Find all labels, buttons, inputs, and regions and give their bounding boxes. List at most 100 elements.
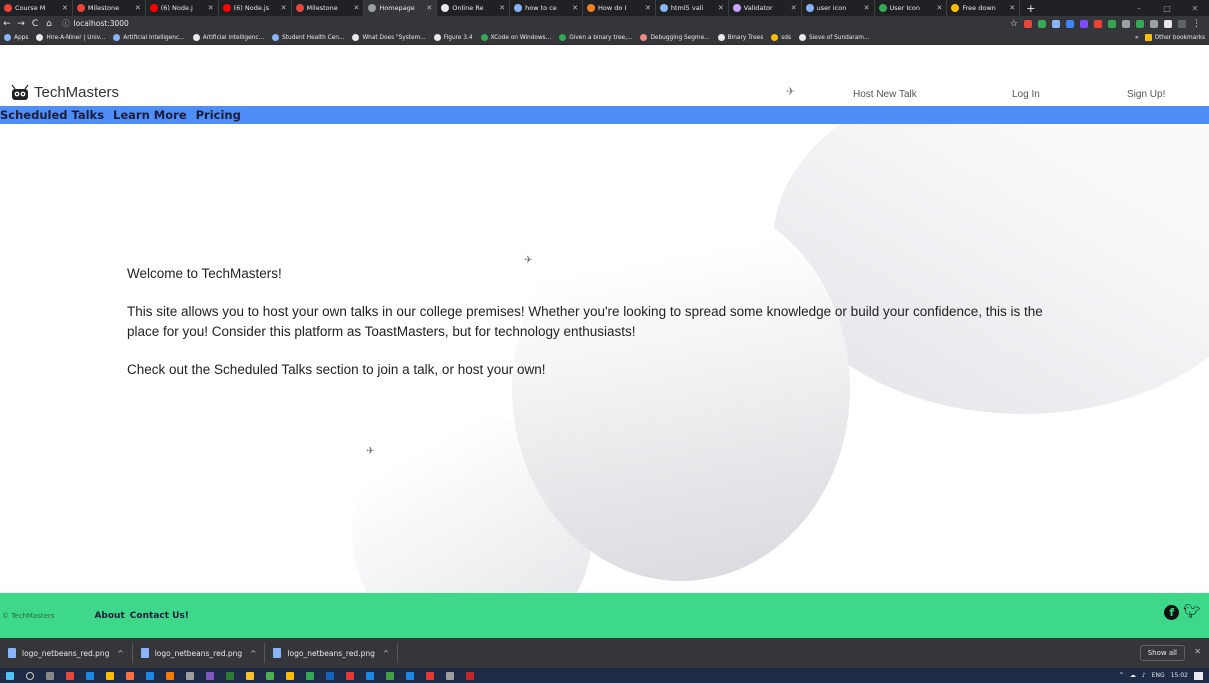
extension-icon[interactable] xyxy=(1066,19,1074,28)
chevron-up-icon[interactable]: ^ xyxy=(250,649,256,658)
extension-icon[interactable] xyxy=(1178,19,1186,28)
bookmark-item[interactable]: Binary Trees xyxy=(714,34,768,41)
taskbar-app-icon[interactable] xyxy=(386,671,394,680)
facebook-icon[interactable]: f xyxy=(1164,605,1180,620)
tab-close-icon[interactable]: ✕ xyxy=(718,4,724,12)
bookmark-label[interactable]: Artificial Intelligenc... xyxy=(123,35,184,41)
taskbar-app-icon[interactable] xyxy=(106,671,114,680)
taskbar-app-icon[interactable] xyxy=(426,671,434,680)
tab-label[interactable]: Online Re xyxy=(452,4,496,12)
taskbar-app-icon[interactable] xyxy=(406,671,414,680)
tab-close-icon[interactable]: ✕ xyxy=(354,4,360,12)
browser-tab[interactable]: How do I ✕ xyxy=(583,0,656,16)
browser-tab[interactable]: how to ce ✕ xyxy=(510,0,583,16)
bookmark-label[interactable]: Apps xyxy=(14,35,28,41)
log-in-link[interactable]: Log In xyxy=(1012,89,1040,100)
bookmark-item[interactable]: Hire-A-Niner | Univ... xyxy=(32,34,109,41)
browser-tab[interactable]: (6) Node.j ✕ xyxy=(146,0,219,16)
bookmark-item[interactable]: Given a binary tree,... xyxy=(555,34,636,41)
windows-start-icon[interactable] xyxy=(6,671,14,680)
tab-close-icon[interactable]: ✕ xyxy=(864,4,870,12)
sign-up-link[interactable]: Sign Up! xyxy=(1127,89,1165,100)
taskbar-app-icon[interactable] xyxy=(146,671,154,680)
taskbar-app-icon[interactable] xyxy=(466,671,474,680)
tab-label[interactable]: Free down xyxy=(962,4,1006,12)
bookmark-label[interactable]: What Does "System... xyxy=(362,35,425,41)
tab-close-icon[interactable]: ✕ xyxy=(426,4,432,12)
bookmark-item[interactable]: What Does "System... xyxy=(348,34,429,41)
forward-icon[interactable]: → xyxy=(14,19,28,29)
bookmark-label[interactable]: Binary Trees xyxy=(728,35,764,41)
bookmark-label[interactable]: XCode on Windows... xyxy=(491,35,552,41)
taskbar-app-icon[interactable] xyxy=(226,671,234,680)
tab-label[interactable]: html5 vali xyxy=(671,4,715,12)
cloud-icon[interactable]: ☁ xyxy=(1130,672,1136,679)
chevron-up-icon[interactable]: ^ xyxy=(117,649,123,658)
search-icon[interactable] xyxy=(26,671,34,680)
taskbar-app-icon[interactable] xyxy=(86,671,94,680)
language-indicator[interactable]: ENG xyxy=(1152,672,1165,679)
browser-tab[interactable]: html5 vali ✕ xyxy=(656,0,729,16)
taskbar-app-icon[interactable] xyxy=(366,671,374,680)
taskbar-app-icon[interactable] xyxy=(66,671,74,680)
network-icon[interactable]: ^ xyxy=(1119,672,1124,679)
maximize-icon[interactable]: □ xyxy=(1153,4,1181,13)
extension-icon[interactable] xyxy=(1024,19,1032,28)
taskbar-app-icon[interactable] xyxy=(286,671,294,680)
extension-icon[interactable] xyxy=(1164,19,1172,28)
tab-close-icon[interactable]: ✕ xyxy=(135,4,141,12)
taskbar-app-icon[interactable] xyxy=(306,671,314,680)
browser-tab[interactable]: Online Re ✕ xyxy=(437,0,511,16)
browser-tab[interactable]: Milestone ✕ xyxy=(292,0,365,16)
browser-tab[interactable]: Homepage ✕ xyxy=(364,0,438,16)
extension-icon[interactable] xyxy=(1052,19,1060,28)
url-text[interactable]: localhost:3000 xyxy=(74,19,129,28)
tab-label[interactable]: Homepage xyxy=(379,4,423,12)
bookmark-item[interactable]: Debugging Segme... xyxy=(636,34,713,41)
tab-close-icon[interactable]: ✕ xyxy=(281,4,287,12)
taskbar-app-icon[interactable] xyxy=(186,671,194,680)
extension-icon[interactable] xyxy=(1038,19,1046,28)
taskbar-app-icon[interactable] xyxy=(266,671,274,680)
taskbar-app-icon[interactable] xyxy=(346,671,354,680)
tab-label[interactable]: Milestone xyxy=(88,4,132,12)
back-icon[interactable]: ← xyxy=(0,19,14,29)
taskbar-app-icon[interactable] xyxy=(206,671,214,680)
tab-close-icon[interactable]: ✕ xyxy=(937,4,943,12)
about-link[interactable]: About xyxy=(94,611,124,621)
extension-icon[interactable] xyxy=(1122,19,1130,28)
browser-tab[interactable]: Course M ✕ xyxy=(0,0,73,16)
bookmark-label[interactable]: Sieve of Sundaram... xyxy=(809,35,870,41)
url-field[interactable]: ⓘ localhost:3000 xyxy=(62,18,129,29)
tab-label[interactable]: Course M xyxy=(15,4,59,12)
tab-close-icon[interactable]: ✕ xyxy=(791,4,797,12)
volume-icon[interactable]: ♪ xyxy=(1142,672,1146,679)
download-item[interactable]: logo_netbeans_red.png ^ xyxy=(0,643,133,663)
tab-label[interactable]: (6) Node.js xyxy=(234,4,278,12)
bookmark-label[interactable]: Artificial Intelligenc... xyxy=(203,35,264,41)
reload-icon[interactable]: C xyxy=(28,19,42,29)
tab-label[interactable]: How do I xyxy=(598,4,642,12)
bookmark-label[interactable]: Given a binary tree,... xyxy=(569,35,632,41)
tab-close-icon[interactable]: ✕ xyxy=(499,4,505,12)
clock[interactable]: 15:02 xyxy=(1171,672,1188,679)
browser-tab[interactable]: (6) Node.js ✕ xyxy=(219,0,292,16)
browser-tab[interactable]: User Icon ✕ xyxy=(875,0,948,16)
bookmark-item[interactable]: Apps xyxy=(0,34,32,41)
browser-tab[interactable]: Milestone ✕ xyxy=(73,0,146,16)
bookmarks-more-button[interactable]: » xyxy=(1135,35,1139,41)
scheduled-talks-link[interactable]: Scheduled Talks xyxy=(0,108,104,122)
bookmark-item[interactable]: Artificial Intelligenc... xyxy=(189,34,268,41)
tab-label[interactable]: how to ce xyxy=(525,4,569,12)
contact-link[interactable]: Contact Us! xyxy=(130,611,189,621)
tab-label[interactable]: Validator xyxy=(744,4,788,12)
taskbar-app-icon[interactable] xyxy=(166,671,174,680)
other-bookmarks[interactable]: Other bookmarks xyxy=(1155,35,1205,41)
taskbar-app-icon[interactable] xyxy=(326,671,334,680)
new-tab-button[interactable]: + xyxy=(1020,2,1041,15)
taskbar-app-icon[interactable] xyxy=(446,671,454,680)
extension-icon[interactable] xyxy=(1108,19,1116,28)
taskbar-app-icon[interactable] xyxy=(126,671,134,680)
bookmark-star-icon[interactable]: ☆ xyxy=(1010,19,1018,29)
tab-close-icon[interactable]: ✕ xyxy=(208,4,214,12)
